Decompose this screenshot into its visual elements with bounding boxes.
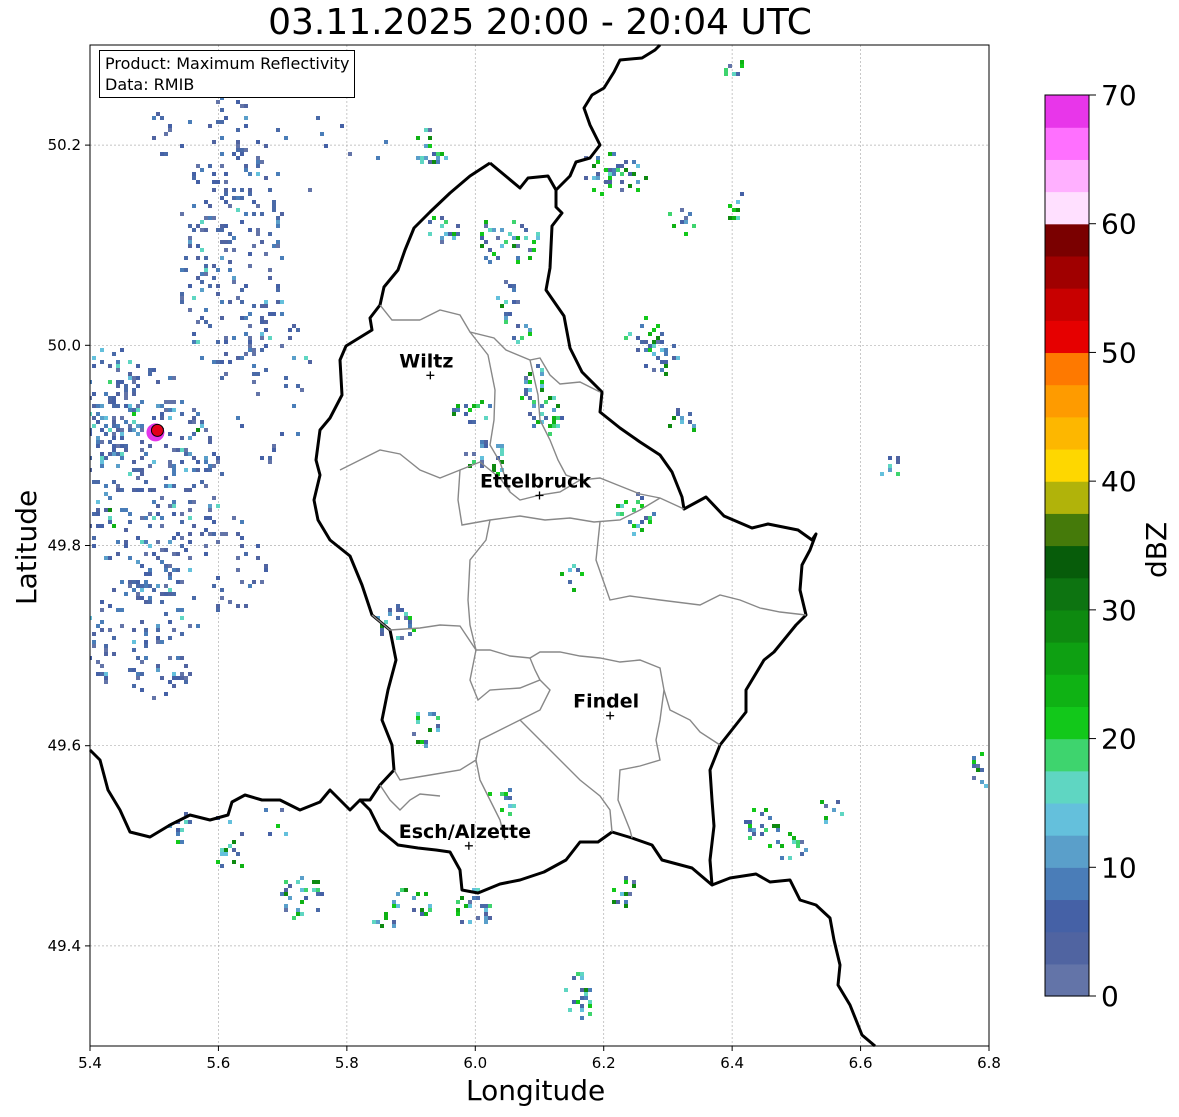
x-tick-label: 5.4 (78, 1054, 102, 1072)
x-axis-label: Longitude (466, 1074, 606, 1107)
x-tick-label: 5.8 (335, 1054, 359, 1072)
city-label: Wiltz (399, 350, 453, 372)
y-tick-label: 49.4 (48, 937, 81, 955)
x-tick-label: 6.4 (720, 1054, 744, 1072)
x-tick-label: 6.0 (463, 1054, 487, 1072)
product-line: Product: Maximum Reflectivity (105, 54, 350, 73)
city-label: Ettelbruck (480, 470, 591, 492)
data-source-line: Data: RMIB (105, 75, 195, 94)
x-tick-label: 6.2 (592, 1054, 616, 1072)
radar-map: Wiltz Ettelbruck Findel Esch/Alzette 5.4 5.6… (48, 43, 1001, 1072)
y-tick-label: 50.0 (48, 336, 81, 354)
radar-site-marker (150, 423, 164, 437)
y-tick-label: 50.2 (48, 136, 81, 154)
y-axis-label: Latitude (10, 489, 43, 605)
city-label: Findel (573, 691, 639, 713)
colorbar-label: dBZ (1140, 521, 1173, 578)
x-tick-label: 5.6 (206, 1054, 230, 1072)
x-tick-label: 6.8 (977, 1054, 1001, 1072)
x-tick-label: 6.6 (849, 1054, 873, 1072)
city-label: Esch/Alzette (399, 821, 531, 843)
y-tick-label: 49.8 (48, 537, 81, 555)
y-tick-label: 49.6 (48, 737, 81, 755)
product-info-box: Product: Maximum Reflectivity Data: RMIB (99, 50, 356, 98)
